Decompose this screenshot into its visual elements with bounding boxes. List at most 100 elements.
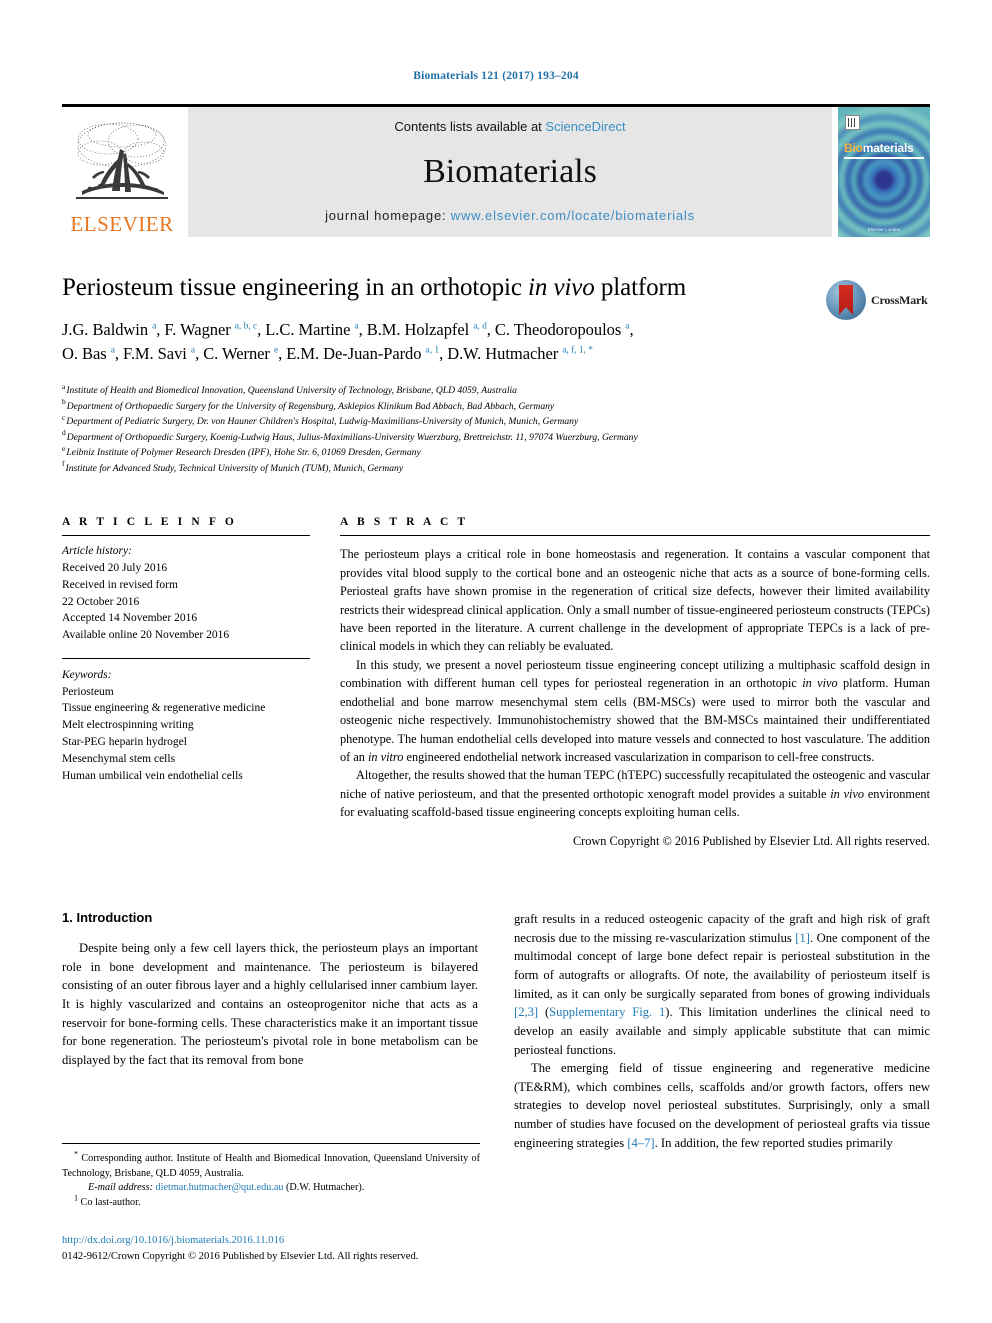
abstract-paragraph: The periosteum plays a critical role in … <box>340 547 930 654</box>
abstract-paragraph: In this study, we present a novel perios… <box>340 656 930 767</box>
title-italic: in vivo <box>528 274 595 301</box>
affiliation-marker: b <box>62 397 66 407</box>
history-item: Available online 20 November 2016 <box>62 629 230 642</box>
supplementary-link[interactable]: Supplementary Fig. 1 <box>549 1005 665 1019</box>
email-label: E-mail address: <box>88 1182 153 1194</box>
footnote-text: Corresponding author. Institute of Healt… <box>62 1152 480 1179</box>
affiliation-item: dDepartment of Orthopaedic Surgery, Koen… <box>62 428 930 446</box>
abstract-italic: in vivo <box>802 676 838 691</box>
affiliation-item: cDepartment of Pediatric Surgery, Dr. vo… <box>62 414 930 430</box>
abstract-copyright: Crown Copyright © 2016 Published by Else… <box>572 833 930 848</box>
doi-link[interactable]: http://dx.doi.org/10.1016/j.biomaterials… <box>62 1233 492 1249</box>
abstract-body: The periosteum plays a critical role in … <box>340 535 930 850</box>
keyword-item: Tissue engineering & regenerative medici… <box>62 702 266 715</box>
affiliation-text: Department of Orthopaedic Surgery for th… <box>66 400 555 412</box>
body-text: ( <box>538 1005 550 1020</box>
footnote-co-last-author: 1 Co last-author. <box>62 1194 480 1211</box>
cover-footer-text: Elsevier London <box>867 227 901 232</box>
abstract-column: A B S T R A C T The periosteum plays a c… <box>340 516 930 850</box>
affiliation-marker: a <box>62 381 66 391</box>
journal-title: Biomaterials <box>423 153 597 190</box>
abstract-paragraph: Altogether, the results showed that the … <box>340 766 930 821</box>
body-column-left: 1. Introduction Despite being only a few… <box>62 910 478 1152</box>
abstract-text: engineered endothelial network increased… <box>403 750 875 764</box>
keyword-item: Human umbilical vein endothelial cells <box>62 769 243 782</box>
journal-masthead: ELSEVIER Contents lists available at Sci… <box>62 104 930 237</box>
abstract-italic: in vivo <box>830 786 865 801</box>
footnote-email: E-mail address: dietmar.hutmacher@qut.ed… <box>62 1181 480 1196</box>
affiliation-marker: e <box>62 443 66 453</box>
sciencedirect-link[interactable]: ScienceDirect <box>545 119 625 134</box>
cover-title: Biomaterials <box>844 141 914 155</box>
keyword-item: Star-PEG heparin hydrogel <box>62 736 187 748</box>
abstract-heading: A B S T R A C T <box>340 516 469 529</box>
elsevier-tree-icon <box>76 122 168 199</box>
contents-prefix: Contents lists available at <box>394 119 546 134</box>
cover-title-materials: materials <box>862 141 914 155</box>
email-owner: (D.W. Hutmacher). <box>283 1182 365 1194</box>
affiliation-item: aInstitute of Health and Biomedical Inno… <box>62 383 930 399</box>
affiliation-marker: d <box>62 428 66 438</box>
running-head: Biomaterials 121 (2017) 193–204 <box>413 70 579 82</box>
contents-line: Contents lists available at ScienceDirec… <box>394 119 625 134</box>
keyword-item: Melt electrospinning writing <box>62 719 194 732</box>
citation-ref[interactable]: [2,3] <box>514 1005 538 1019</box>
issn-copyright-line: 0142-9612/Crown Copyright © 2016 Publish… <box>62 1251 419 1263</box>
article-info-column: A R T I C L E I N F O Article history: R… <box>62 516 310 850</box>
crossmark-badge[interactable]: CrossMark <box>826 279 930 321</box>
history-item: 22 October 2016 <box>62 595 140 608</box>
affiliation-item: eLeibniz Institute of Polymer Research D… <box>62 445 930 461</box>
affiliation-marker: f <box>62 459 65 469</box>
footnote-corresponding-author: * Corresponding author. Institute of Hea… <box>62 1150 480 1182</box>
article-info-heading: A R T I C L E I N F O <box>62 516 237 529</box>
body-column-right: graft results in a reduced osteogenic ca… <box>514 910 930 1152</box>
affiliation-marker: c <box>62 412 66 422</box>
citation-ref[interactable]: [4–7] <box>627 1136 654 1150</box>
cover-underline <box>844 157 924 159</box>
body-paragraph: graft results in a reduced osteogenic ca… <box>514 910 930 1059</box>
email-link[interactable]: dietmar.hutmacher@qut.edu.au <box>156 1182 284 1193</box>
keywords-block: Keywords: Periosteum Tissue engineering … <box>62 657 310 784</box>
affiliation-list: aInstitute of Health and Biomedical Inno… <box>62 383 930 476</box>
article-history: Article history: Received 20 July 2016 R… <box>62 536 310 644</box>
page-footer: http://dx.doi.org/10.1016/j.biomaterials… <box>62 1233 492 1265</box>
title-part-1: Periosteum tissue engineering in an orth… <box>62 274 529 301</box>
keywords-label: Keywords: <box>62 668 112 681</box>
affiliation-item: fInstitute for Advanced Study, Technical… <box>62 459 930 477</box>
affiliation-text: Leibniz Institute of Polymer Research Dr… <box>66 447 421 459</box>
body-columns: 1. Introduction Despite being only a few… <box>62 910 930 1152</box>
affiliation-text: Institute for Advanced Study, Technical … <box>65 462 404 474</box>
crossmark-icon <box>826 280 866 320</box>
body-paragraph: The emerging field of tissue engineering… <box>514 1059 930 1152</box>
keyword-item: Mesenchymal stem cells <box>62 752 176 765</box>
history-item: Accepted 14 November 2016 <box>62 612 198 625</box>
history-item: Received 20 July 2016 <box>62 561 168 574</box>
homepage-prefix: journal homepage: <box>325 208 451 223</box>
footnote-block: * Corresponding author. Institute of Hea… <box>62 1142 480 1211</box>
homepage-url-link[interactable]: www.elsevier.com/locate/biomaterials <box>451 208 695 223</box>
body-paragraph: Despite being only a few cell layers thi… <box>62 941 478 1067</box>
elsevier-wordmark: ELSEVIER <box>70 212 174 236</box>
cover-publisher-icon <box>845 115 860 130</box>
crossmark-label: CrossMark <box>871 292 928 307</box>
keyword-item: Periosteum <box>62 685 114 698</box>
citation-ref[interactable]: [1] <box>795 931 810 945</box>
page-title: Periosteum tissue engineering in an orth… <box>62 273 820 304</box>
article-history-label: Article history: <box>62 545 132 558</box>
affiliation-item: bDepartment of Orthopaedic Surgery for t… <box>62 397 930 415</box>
journal-cover-image: Biomaterials Elsevier London <box>838 107 930 237</box>
footnote-text: Co last-author. <box>78 1197 141 1209</box>
author-line-1: J.G. Baldwin a, F. Wagner a, b, c, L.C. … <box>62 319 634 339</box>
body-text: . In addition, the few reported studies … <box>654 1135 893 1150</box>
info-abstract-row: A R T I C L E I N F O Article history: R… <box>62 516 930 850</box>
article-page: Biomaterials 121 (2017) 193–204 ELSEVIER… <box>0 0 992 1323</box>
journal-homepage-line: journal homepage: www.elsevier.com/locat… <box>325 208 695 223</box>
affiliation-text: Department of Orthopaedic Surgery, Koeni… <box>66 431 638 443</box>
section-heading-introduction: 1. Introduction <box>62 910 153 926</box>
author-line-2: O. Bas a, F.M. Savi a, C. Werner e, E.M.… <box>62 344 593 364</box>
history-item: Received in revised form <box>62 578 178 591</box>
title-block: CrossMark Periosteum tissue engineering … <box>62 273 930 367</box>
journal-banner: Contents lists available at ScienceDirec… <box>188 107 832 237</box>
author-list: J.G. Baldwin a, F. Wagner a, b, c, L.C. … <box>62 318 820 368</box>
affiliation-text: Institute of Health and Biomedical Innov… <box>66 385 517 396</box>
